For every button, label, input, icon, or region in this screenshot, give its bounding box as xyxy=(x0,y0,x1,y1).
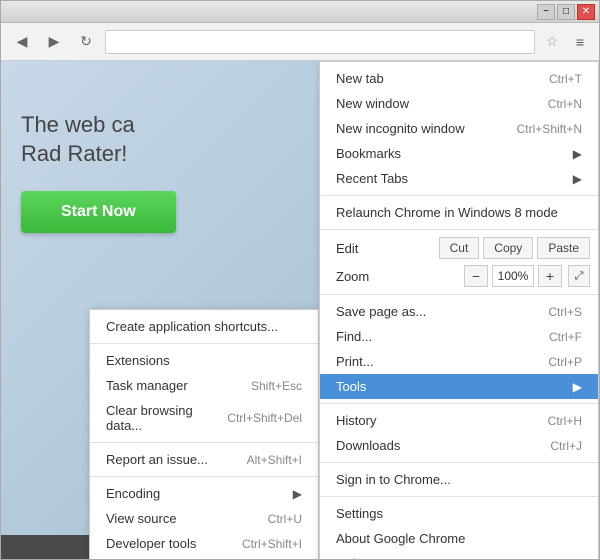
menu-item-sign-in[interactable]: Sign in to Chrome... xyxy=(320,467,598,492)
submenu-separator-1 xyxy=(90,343,318,344)
fullscreen-button[interactable]: ⤢ xyxy=(568,265,590,287)
menu-item-print[interactable]: Print... Ctrl+P xyxy=(320,349,598,374)
submenu-item-javascript-console[interactable]: JavaScript console Ctrl+Shift+J xyxy=(90,556,318,559)
chrome-toolbar: ◀ ▶ ↻ ☆ ≡ xyxy=(1,23,599,61)
title-bar: − □ ✕ xyxy=(1,1,599,23)
menu-item-bookmarks[interactable]: Bookmarks ▶ xyxy=(320,141,598,166)
window-frame: − □ ✕ ◀ ▶ ↻ ☆ ≡ Uninstall GD The web ca … xyxy=(0,0,600,560)
menu-separator-6 xyxy=(320,496,598,497)
menu-item-tools[interactable]: Tools ▶ xyxy=(320,374,598,399)
zoom-value-display: 100% xyxy=(492,265,534,287)
submenu-item-view-source[interactable]: View source Ctrl+U xyxy=(90,506,318,531)
start-now-button[interactable]: Start Now xyxy=(21,191,176,233)
tools-submenu: Create application shortcuts... Extensio… xyxy=(89,309,319,559)
maximize-button[interactable]: □ xyxy=(557,4,575,20)
menu-zoom-row: Zoom − 100% + ⤢ xyxy=(320,262,598,290)
menu-item-new-incognito[interactable]: New incognito window Ctrl+Shift+N xyxy=(320,116,598,141)
menu-item-save-page[interactable]: Save page as... Ctrl+S xyxy=(320,299,598,324)
reload-button[interactable]: ↻ xyxy=(73,29,99,55)
address-bar[interactable] xyxy=(105,30,535,54)
menu-item-recent-tabs[interactable]: Recent Tabs ▶ xyxy=(320,166,598,191)
submenu-item-clear-browsing[interactable]: Clear browsing data... Ctrl+Shift+Del xyxy=(90,398,318,438)
chrome-menu-button[interactable]: ≡ xyxy=(569,31,591,53)
menu-edit-row: Edit Cut Copy Paste xyxy=(320,234,598,262)
zoom-in-button[interactable]: + xyxy=(538,265,562,287)
main-area: Uninstall GD The web ca Rad Rater! Start… xyxy=(1,61,599,559)
submenu-item-create-shortcuts[interactable]: Create application shortcuts... xyxy=(90,314,318,339)
menu-item-find[interactable]: Find... Ctrl+F xyxy=(320,324,598,349)
menu-item-downloads[interactable]: Downloads Ctrl+J xyxy=(320,433,598,458)
menu-item-help[interactable]: Help xyxy=(320,551,598,559)
submenu-separator-2 xyxy=(90,442,318,443)
submenu-item-report-issue[interactable]: Report an issue... Alt+Shift+I xyxy=(90,447,318,472)
menu-item-relaunch[interactable]: Relaunch Chrome in Windows 8 mode xyxy=(320,200,598,225)
menu-separator-3 xyxy=(320,294,598,295)
submenu-item-developer-tools[interactable]: Developer tools Ctrl+Shift+I xyxy=(90,531,318,556)
page-headline: The web ca Rad Rater! xyxy=(21,111,135,168)
cut-button[interactable]: Cut xyxy=(439,237,480,259)
menu-item-new-window[interactable]: New window Ctrl+N xyxy=(320,91,598,116)
close-button[interactable]: ✕ xyxy=(577,4,595,20)
submenu-separator-3 xyxy=(90,476,318,477)
menu-item-settings[interactable]: Settings xyxy=(320,501,598,526)
submenu-item-encoding[interactable]: Encoding ▶ xyxy=(90,481,318,506)
menu-separator-1 xyxy=(320,195,598,196)
menu-separator-2 xyxy=(320,229,598,230)
menu-item-history[interactable]: History Ctrl+H xyxy=(320,408,598,433)
submenu-item-task-manager[interactable]: Task manager Shift+Esc xyxy=(90,373,318,398)
menu-separator-4 xyxy=(320,403,598,404)
paste-button[interactable]: Paste xyxy=(537,237,590,259)
minimize-button[interactable]: − xyxy=(537,4,555,20)
zoom-out-button[interactable]: − xyxy=(464,265,488,287)
back-button[interactable]: ◀ xyxy=(9,29,35,55)
bookmark-star-icon[interactable]: ☆ xyxy=(541,31,563,53)
submenu-item-extensions[interactable]: Extensions xyxy=(90,348,318,373)
forward-button[interactable]: ▶ xyxy=(41,29,67,55)
primary-chrome-menu: New tab Ctrl+T New window Ctrl+N New inc… xyxy=(319,61,599,559)
menu-item-new-tab[interactable]: New tab Ctrl+T xyxy=(320,66,598,91)
menu-separator-5 xyxy=(320,462,598,463)
copy-button[interactable]: Copy xyxy=(483,237,533,259)
menu-item-about-chrome[interactable]: About Google Chrome xyxy=(320,526,598,551)
